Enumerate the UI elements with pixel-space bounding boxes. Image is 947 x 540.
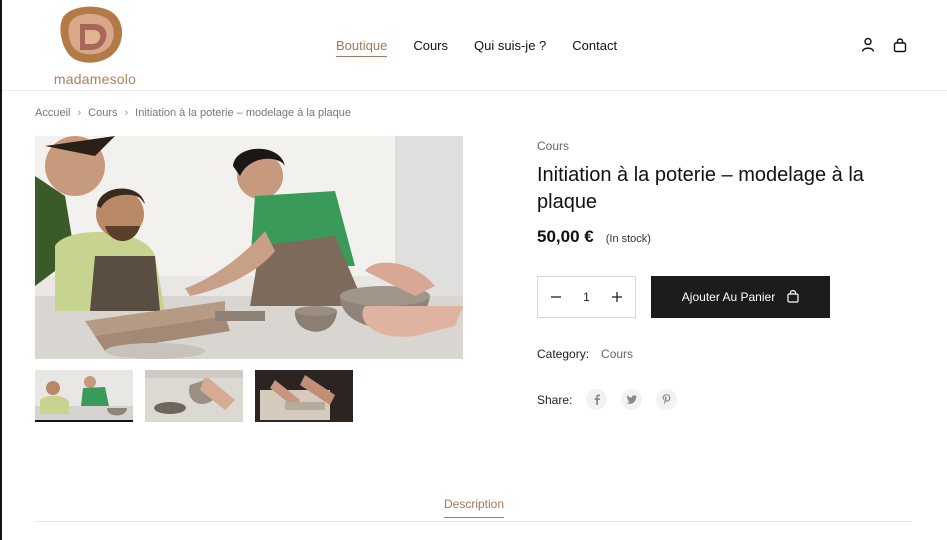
twitter-icon[interactable] xyxy=(621,389,643,410)
shopping-bag-icon[interactable] xyxy=(893,37,907,53)
site-header: madamesolo Boutique Cours Qui suis-je ? … xyxy=(2,0,947,91)
pottery-class-photo xyxy=(35,136,463,359)
minus-icon[interactable] xyxy=(548,289,564,305)
tabs-divider xyxy=(35,521,912,522)
header-actions xyxy=(861,37,907,53)
pinterest-icon[interactable] xyxy=(656,389,678,410)
quantity-stepper: 1 xyxy=(537,276,636,318)
breadcrumb-accueil[interactable]: Accueil xyxy=(35,107,70,119)
site-logo[interactable]: madamesolo xyxy=(50,4,140,90)
thumbnail-2[interactable] xyxy=(145,370,243,422)
plus-icon[interactable] xyxy=(609,289,625,305)
add-to-cart-label: Ajouter Au Panier xyxy=(681,290,776,304)
nav-item-boutique[interactable]: Boutique xyxy=(336,38,388,57)
breadcrumb-cours[interactable]: Cours xyxy=(88,107,117,119)
category-meta-label: Category: xyxy=(537,347,590,361)
share-label: Share: xyxy=(537,392,573,407)
main-nav: Boutique Cours Qui suis-je ? Contact xyxy=(336,38,643,57)
user-icon[interactable] xyxy=(861,37,875,53)
product-price: 50,00 € xyxy=(537,227,594,246)
price-row: 50,00 € (In stock) xyxy=(537,227,917,247)
product-info: Cours Initiation à la poterie – modelage… xyxy=(537,136,917,247)
chevron-right-icon: › xyxy=(124,107,129,119)
thumbnail-image xyxy=(255,370,353,422)
stock-status: (In stock) xyxy=(605,233,651,245)
add-to-cart-row: 1 Ajouter Au Panier xyxy=(537,276,830,318)
tab-description[interactable]: Description xyxy=(444,497,505,518)
logo-wordmark: madamesolo xyxy=(53,71,137,87)
product-main-image[interactable] xyxy=(35,136,463,359)
product-title: Initiation à la poterie – modelage à la … xyxy=(537,164,864,213)
nav-item-qui-suis-je[interactable]: Qui suis-je ? xyxy=(474,38,546,57)
logo-mark xyxy=(60,6,123,63)
nav-item-cours[interactable]: Cours xyxy=(413,38,448,57)
quantity-input[interactable]: 1 xyxy=(583,290,590,304)
facebook-icon[interactable] xyxy=(586,389,608,410)
category-meta-link[interactable]: Cours xyxy=(601,347,633,361)
thumbnail-1[interactable] xyxy=(35,370,133,422)
thumbnail-3[interactable] xyxy=(255,370,353,422)
breadcrumb: Accueil › Cours › Initiation à la poteri… xyxy=(35,107,351,119)
add-to-cart-button[interactable]: Ajouter Au Panier xyxy=(651,276,830,318)
share-row: Share: xyxy=(537,389,678,410)
product-category-link[interactable]: Cours xyxy=(537,139,917,153)
shopping-bag-icon xyxy=(787,289,799,306)
thumbnail-image xyxy=(145,370,243,422)
nav-item-contact[interactable]: Contact xyxy=(572,38,617,57)
product-thumbnails xyxy=(35,370,353,422)
thumbnail-image xyxy=(35,370,133,420)
chevron-right-icon: › xyxy=(77,107,82,119)
product-meta-category: Category: Cours xyxy=(537,347,633,361)
breadcrumb-current: Initiation à la poterie – modelage à la … xyxy=(135,107,352,119)
